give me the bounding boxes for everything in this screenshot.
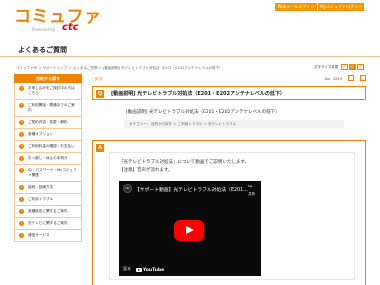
sidebar-item-contract[interactable]: › ご契約内容・変更・解約 [15, 116, 81, 128]
page-title: よくあるご質問 [18, 46, 67, 54]
category-path[interactable]: カテゴリー： 目的から探す ＞ ご利用トラブル ＞ 光テレビトラブル [124, 120, 344, 128]
logo-powered-by: Powered by [32, 27, 56, 32]
share-icon[interactable]: ↪ [246, 184, 254, 190]
sidebar-item-label: 各種設定に関するご案内 [28, 209, 68, 213]
question-description: [動画説明] 光テレビトラブル対処法（E201・E202アンテナレベルの低下） [126, 110, 280, 115]
youtube-icon[interactable] [136, 268, 142, 272]
channel-avatar[interactable]: ctc [123, 184, 132, 193]
sidebar-item-label: 通信サービス [28, 233, 50, 237]
sidebar-item-billing[interactable]: › ご利用料金の確認・お支払い [15, 140, 81, 152]
sidebar-item-label: ご利用トラブル [28, 197, 54, 201]
font-size-large-button[interactable]: 大 [356, 64, 364, 70]
sidebar-item-connection[interactable]: › 接続・回線方法 [15, 181, 81, 193]
sidebar-item-label: 光テレビに関するご案内 [28, 221, 68, 225]
sidebar-list: › お申し込みをご検討中の方はこちら › ご利用開始・開通までのご案内 › ご契約内容… [14, 83, 82, 242]
sidebar-item-label: 各種オプション [28, 132, 54, 136]
sidebar: 目的から探す › お申し込みをご検討中の方はこちら › ご利用開始・開通までのご案内… [14, 74, 82, 242]
logo-ctc-brand: ctc [62, 22, 79, 33]
question-box: Q [動画説明] 光テレビトラブル対処法（E201・E202アンテナレベルの低下… [92, 86, 366, 100]
answer-text-line1: 「光テレビトラブル対処法」について動画でご説明いたします。 [119, 160, 249, 165]
sidebar-item-moving[interactable]: › 引っ越し・休止の手続き [15, 152, 81, 164]
sidebar-item-label: 接続・回線方法 [28, 185, 54, 189]
sidebar-heading: 目的から探す [14, 74, 82, 83]
font-size-small-button[interactable]: 小 [340, 64, 348, 70]
sidebar-item-settings[interactable]: › 各種設定に関するご案内 [15, 205, 81, 217]
arrow-icon: › [19, 144, 24, 149]
my-comufa-login-button[interactable]: Myコミュファログイン [318, 3, 364, 11]
sidebar-item-label: お申し込みをご検討中の方はこちら [28, 86, 75, 95]
question-meta: No：2819 [92, 75, 366, 84]
arrow-icon: › [19, 168, 24, 173]
play-button[interactable] [174, 220, 204, 241]
sidebar-item-options[interactable]: › 各種オプション [15, 128, 81, 140]
sidebar-item-id-password[interactable]: › ID・パスワード・Myコミュファ関連 [15, 164, 81, 181]
sidebar-item-label: ご利用開始・開通までのご案内 [28, 103, 75, 112]
arrow-icon: › [19, 233, 24, 238]
youtube-logo-text[interactable]: YouTube [143, 268, 164, 273]
sidebar-item-label: ID・パスワード・Myコミュファ関連 [28, 168, 77, 177]
arrow-icon: › [19, 103, 24, 108]
question-badge: Q [96, 90, 104, 98]
webmail-login-button[interactable]: Webメールログイン [275, 3, 317, 11]
question-number: No：2819 [324, 77, 342, 81]
logo-text: コミュファ [14, 7, 102, 27]
font-size-label: 文字サイズ変更 [314, 65, 339, 69]
question-title: [動画説明] 光テレビトラブル対処法（E201・E202アンテナレベルの低下） [111, 91, 285, 97]
arrow-icon: › [19, 185, 24, 190]
arrow-icon: › [19, 132, 24, 137]
answer-box: A 「光テレビトラブル対処法」について動画でご説明いたします。 【注意】音声が流… [92, 140, 366, 285]
comufa-logo[interactable]: コミュファ Powered by ctc [14, 7, 102, 33]
sidebar-item-label: 引っ越し・休止の手続き [28, 156, 68, 160]
arrow-icon: › [19, 197, 24, 202]
font-size-control: 文字サイズ変更 小中大 [314, 64, 364, 70]
video-title[interactable]: 【サポート動画】光テレビトラブル対処法（E201… [135, 186, 248, 193]
arrow-icon: › [19, 156, 24, 161]
breadcrumb[interactable]: コミュファ光 ＞ サポートトップ ＞ よくあるご質問 ＞ [動画説明] 光テレビ… [16, 66, 223, 71]
answer-content: 「光テレビトラブル対処法」について動画でご説明いたします。 【注意】音声が流れま… [109, 152, 355, 280]
watch-on-label[interactable]: 見る [123, 266, 131, 272]
arrow-icon: › [19, 209, 24, 214]
print-icon[interactable] [348, 75, 354, 81]
title-divider [0, 56, 380, 57]
sidebar-item-communication[interactable]: › 通信サービス [15, 229, 81, 241]
sidebar-item-label: ご利用料金の確認・お支払い [28, 144, 75, 148]
arrow-icon: › [19, 120, 24, 125]
bookmark-icon[interactable] [360, 75, 366, 81]
arrow-icon: › [19, 221, 24, 226]
youtube-video-player[interactable]: ctc 【サポート動画】光テレビトラブル対処法（E201… ↪ 共有 見る Yo… [119, 181, 261, 276]
sidebar-item-start-service[interactable]: › ご利用開始・開通までのご案内 [15, 99, 81, 116]
answer-badge: A [96, 144, 104, 152]
answer-text-line2: 【注意】音声が流れます。 [119, 168, 173, 173]
sidebar-item-trouble[interactable]: › ご利用トラブル [15, 193, 81, 205]
main-content: ‹ 戻る No：2819 Q [動画説明] 光テレビトラブル対処法（E201・E… [92, 74, 366, 285]
font-size-medium-button[interactable]: 中 [348, 64, 356, 70]
arrow-icon: › [19, 86, 24, 91]
sidebar-item-label: ご契約内容・変更・解約 [28, 120, 68, 124]
sidebar-item-application[interactable]: › お申し込みをご検討中の方はこちら [15, 83, 81, 99]
share-label[interactable]: 共有 [248, 191, 255, 196]
sidebar-item-tv[interactable]: › 光テレビに関するご案内 [15, 217, 81, 229]
